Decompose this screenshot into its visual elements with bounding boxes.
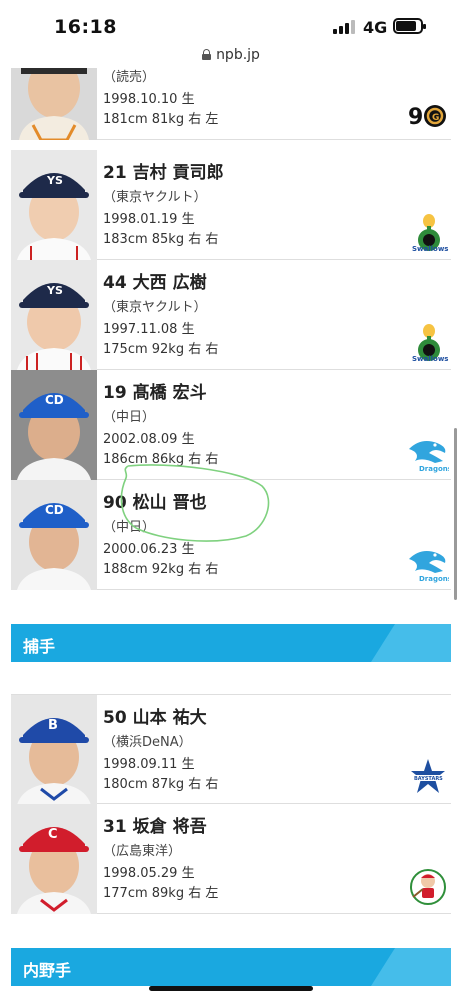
player-physical: 180cm 87kg 右 右 xyxy=(103,777,219,792)
player-team: （読売） xyxy=(103,70,156,85)
player-name-line[interactable]: 19 髙橋 宏斗 xyxy=(103,378,207,403)
lock-icon xyxy=(202,49,212,60)
browser-address-bar[interactable]: npb.jp xyxy=(0,44,462,68)
player-birthdate: 1998.05.29 生 xyxy=(103,866,195,881)
player-number: 21 xyxy=(103,163,127,183)
player-birthdate: 2000.06.23 生 xyxy=(103,542,195,557)
cellular-signal-icon xyxy=(333,20,355,34)
svg-text:9: 9 xyxy=(408,105,423,130)
player-physical: 186cm 86kg 右 右 xyxy=(103,452,219,467)
status-bar: 16:18 4G xyxy=(0,0,462,44)
player-card[interactable]: CD 90 松山 晋也 （中日） 2000.06.23 生 188cm 92kg … xyxy=(11,480,451,590)
player-card[interactable]: YS 21 吉村 貢司郎 （東京ヤクルト） 1998.01.19 生 183cm … xyxy=(11,150,451,260)
battery-icon xyxy=(393,18,426,34)
dragons-logo: Dragons xyxy=(409,551,449,583)
page-content: （読売） 1998.10.10 生 181cm 81kg 右 左 9 G YS … xyxy=(0,68,462,1000)
svg-text:C: C xyxy=(48,827,58,842)
player-name: 大西 広樹 xyxy=(132,273,207,293)
network-type-label: 4G xyxy=(363,18,388,37)
player-team: （中日） xyxy=(103,520,156,535)
player-team: （広島東洋） xyxy=(103,844,182,859)
player-birthdate: 2002.08.09 生 xyxy=(103,432,195,447)
player-name-line[interactable]: 31 坂倉 将吾 xyxy=(103,812,207,837)
scrollbar[interactable] xyxy=(454,428,457,600)
player-number: 19 xyxy=(103,383,127,403)
player-photo: YS xyxy=(11,260,97,370)
section-header-catcher: 捕手 xyxy=(11,624,451,662)
player-card[interactable]: C 31 坂倉 将吾 （広島東洋） 1998.05.29 生 177cm 89kg… xyxy=(11,804,451,914)
player-card[interactable]: YS 44 大西 広樹 （東京ヤクルト） 1997.11.08 生 175cm 9… xyxy=(11,260,451,370)
swallows-logo: Swallows xyxy=(412,324,448,363)
player-name-line[interactable]: 50 山本 祐大 xyxy=(103,703,207,728)
svg-text:YS: YS xyxy=(46,174,63,187)
svg-text:G: G xyxy=(432,113,439,123)
url-text: npb.jp xyxy=(216,47,260,63)
baystars-logo: BAYSTARS xyxy=(411,759,445,793)
player-physical: 175cm 92kg 右 右 xyxy=(103,342,219,357)
status-time: 16:18 xyxy=(54,16,117,38)
svg-text:B: B xyxy=(48,718,58,733)
player-number: 31 xyxy=(103,817,127,837)
player-card[interactable]: B 50 山本 祐大 （横浜DeNA） 1998.09.11 生 180cm 87… xyxy=(11,694,451,805)
section-title: 捕手 xyxy=(23,637,56,656)
swallows-logo: Swallows xyxy=(412,214,448,253)
player-physical: 181cm 81kg 右 左 xyxy=(103,112,219,127)
player-name: 松山 晋也 xyxy=(132,493,207,513)
player-card[interactable]: CD 19 髙橋 宏斗 （中日） 2002.08.09 生 186cm 86kg … xyxy=(11,370,451,480)
home-indicator[interactable] xyxy=(149,986,313,991)
svg-text:Dragons: Dragons xyxy=(419,465,449,473)
player-name-line[interactable]: 21 吉村 貢司郎 xyxy=(103,158,224,183)
svg-text:YS: YS xyxy=(46,284,63,297)
giants-90th-logo: 9 G xyxy=(408,105,446,130)
player-photo xyxy=(11,68,97,140)
player-team: （東京ヤクルト） xyxy=(103,300,207,315)
player-team: （横浜DeNA） xyxy=(103,735,192,750)
section-header-infielder: 内野手 xyxy=(11,948,451,986)
player-photo: B xyxy=(11,695,97,805)
svg-text:CD: CD xyxy=(45,393,64,407)
player-name: 吉村 貢司郎 xyxy=(132,163,224,183)
svg-text:CD: CD xyxy=(45,503,64,517)
player-birthdate: 1998.01.19 生 xyxy=(103,212,195,227)
player-name-line[interactable]: 44 大西 広樹 xyxy=(103,268,207,293)
player-team: （東京ヤクルト） xyxy=(103,190,207,205)
player-birthdate: 1998.10.10 生 xyxy=(103,92,195,107)
svg-text:Dragons: Dragons xyxy=(419,575,449,583)
player-number: 44 xyxy=(103,273,127,293)
svg-text:Swallows: Swallows xyxy=(412,355,448,363)
dragons-logo: Dragons xyxy=(409,441,449,473)
player-number: 50 xyxy=(103,708,127,728)
player-number: 90 xyxy=(103,493,127,513)
player-birthdate: 1998.09.11 生 xyxy=(103,757,195,772)
player-photo: CD xyxy=(11,370,97,480)
player-name: 山本 祐大 xyxy=(132,708,207,728)
player-photo: YS xyxy=(11,150,97,260)
player-physical: 177cm 89kg 右 左 xyxy=(103,886,219,901)
player-physical: 188cm 92kg 右 右 xyxy=(103,562,219,577)
player-name: 坂倉 将吾 xyxy=(132,817,207,837)
player-photo: CD xyxy=(11,480,97,590)
player-photo: C xyxy=(11,804,97,914)
svg-text:Swallows: Swallows xyxy=(412,245,448,253)
svg-text:BAYSTARS: BAYSTARS xyxy=(414,776,443,782)
player-name-line[interactable]: 90 松山 晋也 xyxy=(103,488,207,513)
section-title: 内野手 xyxy=(23,961,72,980)
player-card[interactable]: （読売） 1998.10.10 生 181cm 81kg 右 左 9 G xyxy=(11,68,451,140)
carp-logo xyxy=(410,869,446,905)
player-birthdate: 1997.11.08 生 xyxy=(103,322,195,337)
player-name: 髙橋 宏斗 xyxy=(132,383,207,403)
player-team: （中日） xyxy=(103,410,156,425)
player-physical: 183cm 85kg 右 右 xyxy=(103,232,219,247)
